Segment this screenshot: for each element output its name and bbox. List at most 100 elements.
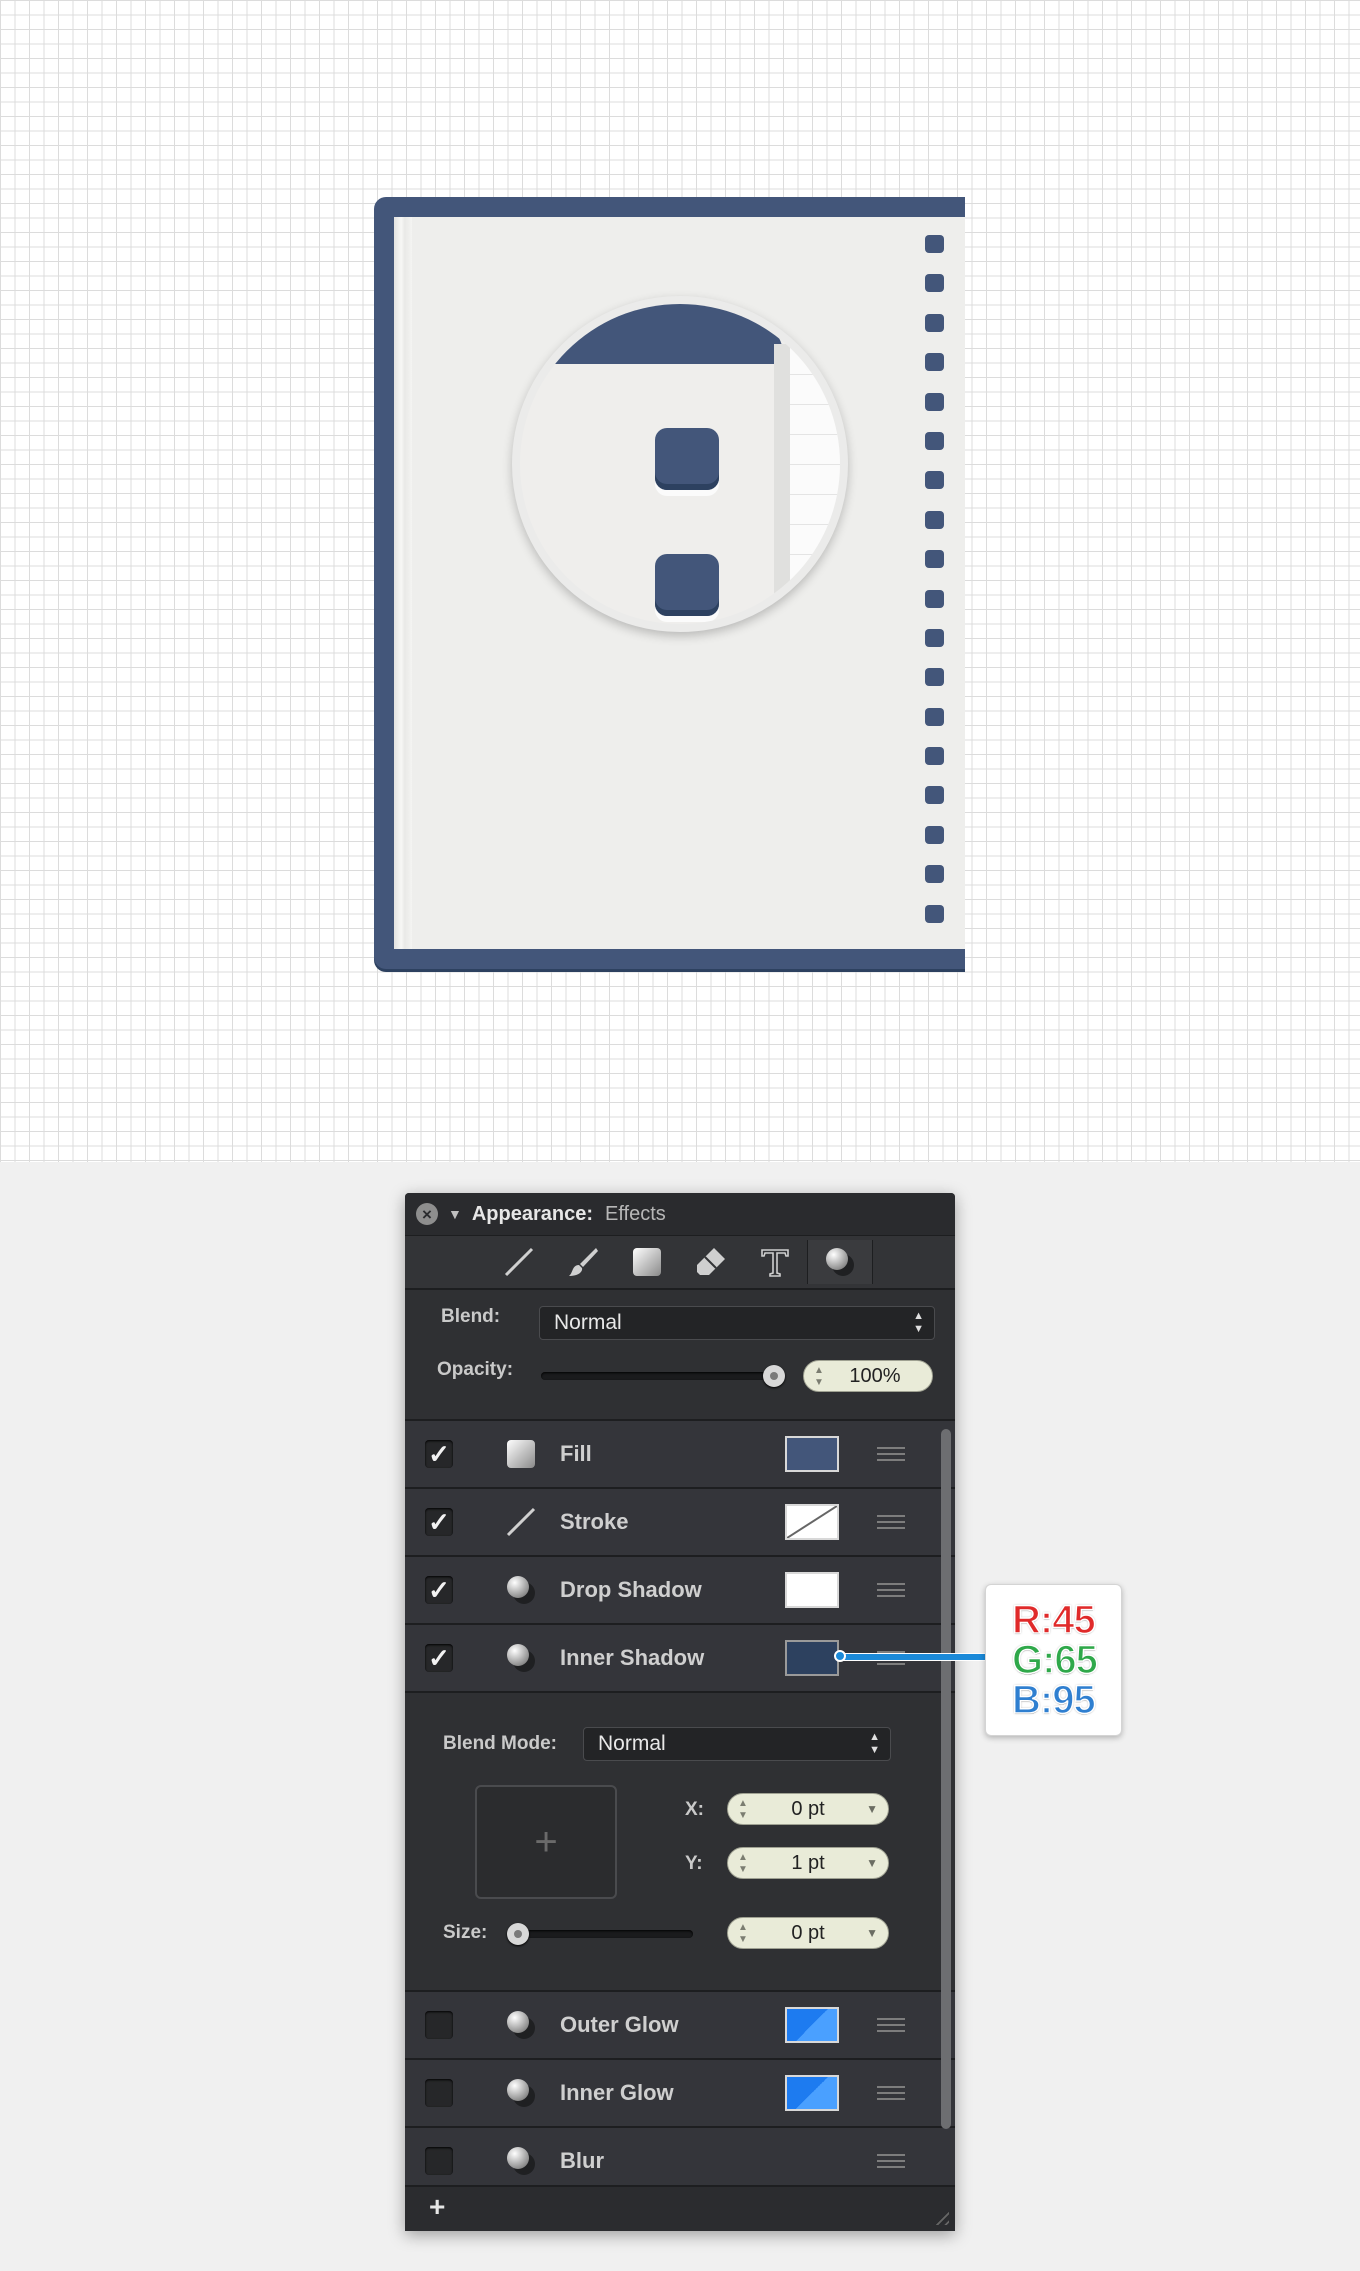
blend-mode-select[interactable]: Normal ▲ ▼ <box>583 1727 891 1761</box>
size-slider[interactable] <box>507 1923 693 1945</box>
opacity-slider[interactable] <box>541 1365 785 1387</box>
brush-tool-icon[interactable] <box>551 1240 615 1284</box>
callout-anchor-dot <box>834 1650 846 1662</box>
effects-list: ✓ Fill ✓ Stroke ✓ Drop Shadow ✓ Inner Sh… <box>405 1419 955 2196</box>
size-value: 0 pt <box>791 1921 825 1944</box>
inner-shadow-color-swatch[interactable] <box>785 1640 839 1676</box>
select-arrows-icon: ▲ ▼ <box>869 1731 880 1756</box>
binding-hole <box>925 550 944 569</box>
blur-icon <box>503 2143 539 2179</box>
binding-hole <box>925 786 944 805</box>
stroke-checkbox[interactable]: ✓ <box>425 1507 453 1537</box>
text-tool-icon[interactable] <box>743 1240 807 1284</box>
stroke-icon <box>503 1504 539 1540</box>
callout-connector <box>838 1653 988 1661</box>
stroke-tool-icon[interactable] <box>487 1240 551 1284</box>
blend-mode-value: Normal <box>598 1732 666 1755</box>
outer-glow-checkbox[interactable] <box>425 2011 453 2039</box>
inner-glow-icon <box>503 2075 539 2111</box>
panel-subtitle: Effects <box>605 1202 666 1225</box>
opacity-slider-knob[interactable] <box>763 1365 785 1387</box>
inner-shadow-checkbox[interactable]: ✓ <box>425 1643 453 1673</box>
binding-hole <box>925 747 944 766</box>
drag-handle-icon[interactable] <box>877 1583 905 1597</box>
fill-icon <box>503 1436 539 1472</box>
resize-grip-icon[interactable] <box>931 2207 949 2225</box>
size-slider-knob[interactable] <box>507 1923 529 1945</box>
inner-glow-checkbox[interactable] <box>425 2079 453 2107</box>
drag-handle-icon[interactable] <box>877 2154 905 2168</box>
stepper-arrows-icon[interactable]: ▲ ▼ <box>738 1852 748 1876</box>
blend-row: Blend: <box>441 1306 500 1328</box>
blend-mode-label: Blend Mode: <box>443 1733 557 1754</box>
stepper-arrows-icon[interactable]: ▲ ▼ <box>738 1922 748 1946</box>
zoom-magnifier <box>512 296 848 632</box>
stroke-label: Stroke <box>560 1509 629 1534</box>
effect-row-fill[interactable]: ✓ Fill <box>405 1421 955 1489</box>
appearance-toolbar <box>405 1236 955 1290</box>
eraser-tool-icon[interactable] <box>679 1240 743 1284</box>
disclosure-triangle-icon[interactable]: ▼ <box>448 1206 462 1222</box>
effects-tool-icon[interactable] <box>807 1240 873 1284</box>
y-offset-stepper[interactable]: ▲ ▼ 1 pt ▼ <box>727 1847 889 1879</box>
blur-checkbox[interactable] <box>425 2147 453 2175</box>
binding-hole <box>925 353 944 372</box>
binding-hole <box>925 510 944 529</box>
binding-hole <box>925 589 944 608</box>
drag-handle-icon[interactable] <box>877 1515 905 1529</box>
binding-hole <box>925 392 944 411</box>
drop-shadow-icon <box>503 1572 539 1608</box>
y-offset-label: Y: <box>685 1853 703 1874</box>
stroke-color-swatch[interactable] <box>785 1504 839 1540</box>
size-stepper[interactable]: ▲ ▼ 0 pt ▼ <box>727 1917 889 1949</box>
red-value: R:45 <box>1011 1598 1096 1642</box>
stepper-arrows-icon[interactable]: ▲ ▼ <box>814 1365 824 1389</box>
x-offset-stepper[interactable]: ▲ ▼ 0 pt ▼ <box>727 1793 889 1825</box>
close-icon[interactable]: × <box>416 1203 438 1225</box>
binding-hole <box>925 235 944 253</box>
opacity-stepper[interactable]: ▲ ▼ 100% <box>803 1360 933 1392</box>
outer-glow-label: Outer Glow <box>560 2012 679 2037</box>
magnified-sheet <box>790 344 840 624</box>
dropdown-arrow-icon[interactable]: ▼ <box>866 1856 878 1870</box>
effect-row-stroke[interactable]: ✓ Stroke <box>405 1489 955 1557</box>
effect-row-outer-glow[interactable]: Outer Glow <box>405 1992 955 2060</box>
add-effect-button[interactable]: + <box>429 2191 445 2223</box>
shadow-offset-preview[interactable]: + <box>475 1785 617 1899</box>
binding-hole <box>925 471 944 490</box>
effect-row-inner-glow[interactable]: Inner Glow <box>405 2060 955 2128</box>
fill-color-swatch[interactable] <box>785 1436 839 1472</box>
stepper-arrows-icon[interactable]: ▲ ▼ <box>738 1798 748 1822</box>
dropdown-arrow-icon[interactable]: ▼ <box>866 1802 878 1816</box>
appearance-panel: × ▼ Appearance: Effects Blend: Normal ▲ ▼… <box>405 1193 955 2231</box>
binding-hole <box>925 825 944 844</box>
blue-value: B:95 <box>1011 1678 1096 1722</box>
blend-label: Blend: <box>441 1306 501 1327</box>
blur-label: Blur <box>560 2148 604 2173</box>
dropdown-arrow-icon[interactable]: ▼ <box>866 1926 878 1940</box>
binding-hole <box>925 865 944 884</box>
binding-hole <box>925 431 944 450</box>
blend-select[interactable]: Normal ▲ ▼ <box>539 1306 935 1340</box>
outer-glow-color-swatch[interactable] <box>785 2007 839 2043</box>
binding-hole <box>925 904 944 923</box>
drag-handle-icon[interactable] <box>877 2018 905 2032</box>
fill-label: Fill <box>560 1441 592 1466</box>
effects-scrollbar[interactable] <box>941 1429 951 2129</box>
fill-tool-icon[interactable] <box>615 1240 679 1284</box>
drop-shadow-color-swatch[interactable] <box>785 1572 839 1608</box>
effect-row-drop-shadow[interactable]: ✓ Drop Shadow <box>405 1557 955 1625</box>
panel-title: Appearance: <box>471 1202 594 1225</box>
x-offset-value: 0 pt <box>791 1797 825 1820</box>
y-offset-value: 1 pt <box>791 1851 825 1874</box>
binding-hole <box>925 707 944 726</box>
drag-handle-icon[interactable] <box>877 1447 905 1461</box>
inner-glow-color-swatch[interactable] <box>785 2075 839 2111</box>
drop-shadow-checkbox[interactable]: ✓ <box>425 1575 453 1605</box>
fill-checkbox[interactable]: ✓ <box>425 1439 453 1469</box>
inner-shadow-label: Inner Shadow <box>560 1645 705 1670</box>
blend-value: Normal <box>554 1311 622 1334</box>
opacity-row: Opacity: <box>437 1359 513 1381</box>
drag-handle-icon[interactable] <box>877 2086 905 2100</box>
inner-shadow-icon <box>503 1640 539 1676</box>
